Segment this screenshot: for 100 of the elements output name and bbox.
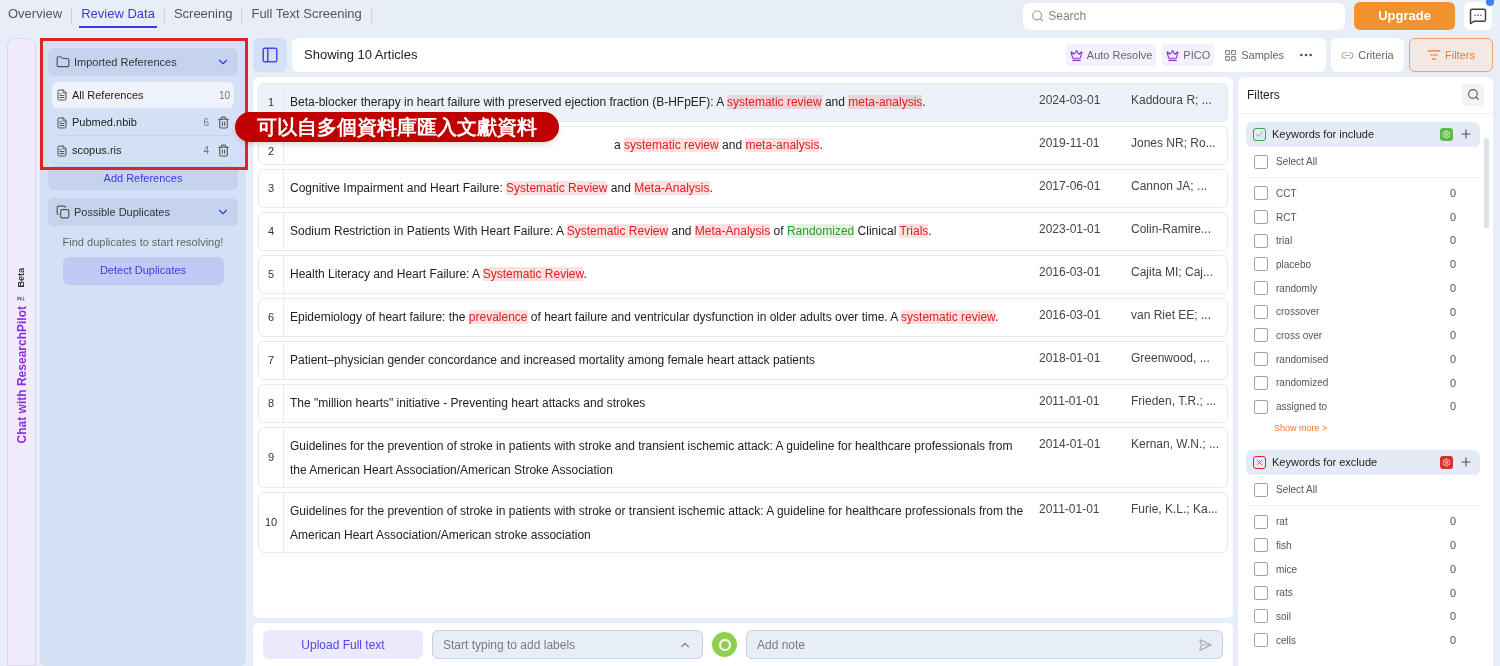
toolbar-action[interactable]: Samples: [1220, 44, 1288, 66]
checkbox[interactable]: [1254, 633, 1268, 648]
keyword-count: 0: [1449, 609, 1456, 625]
article-date: 2017-06-01: [1039, 178, 1102, 195]
settings-icon[interactable]: [1440, 127, 1453, 141]
checkbox[interactable]: [1254, 538, 1268, 553]
article-title: Guidelines for the prevention of stroke in patients with stroke or transient ischemic attack: A guideline for healthcare professionals from the American Heart Association/American stroke association: [290, 504, 1024, 542]
checkbox[interactable]: [1254, 609, 1268, 624]
checkbox[interactable]: [1254, 328, 1268, 343]
folder-icon: [56, 55, 70, 69]
keyword-group-header[interactable]: Keywords for include: [1246, 121, 1480, 147]
source-count: 6: [203, 116, 209, 130]
checkbox[interactable]: [1254, 233, 1268, 248]
checkbox[interactable]: [1254, 399, 1268, 414]
article-authors: Greenwood, ...: [1131, 350, 1211, 367]
article-row[interactable]: 5 Health Literacy and Heart Failure: A Systematic Review. 2016-03-01 Cajita MI; Caj...: [258, 255, 1228, 294]
section-header[interactable]: Possible Duplicates: [48, 198, 238, 226]
article-row[interactable]: [258, 492, 1228, 553]
beta-label: Beta: [14, 268, 27, 288]
detect-duplicates-button[interactable]: Detect Duplicates: [62, 256, 224, 285]
keyword-count: 0: [1449, 561, 1456, 577]
article-row[interactable]: 7 Patient–physician gender concordance and increased mortality among female heart attack patients 2018-01-01 Greenwood, ...: [258, 341, 1228, 380]
labels-field[interactable]: Start typing to add labels: [432, 630, 703, 659]
keyword-label: randomized: [1276, 376, 1330, 391]
trademark-sign: ™: [14, 291, 27, 302]
checkbox[interactable]: [1254, 281, 1268, 296]
filters-title: Filters: [1247, 86, 1281, 104]
nav-tab[interactable]: Screening: [171, 4, 235, 28]
add-references-button[interactable]: Add References: [48, 166, 238, 190]
collapse-panel-button[interactable]: [253, 38, 287, 72]
article-title: Beta-blocker therapy in heart failure with preserved ejection fraction (B-HFpEF): A systematic review and meta-analysis.: [290, 95, 926, 109]
scrollbar[interactable]: [1484, 137, 1489, 228]
reference-source[interactable]: scopus.ris 4: [52, 138, 234, 164]
note-input[interactable]: Add note: [757, 635, 1198, 654]
keyword-count: 0: [1449, 514, 1456, 530]
search-field[interactable]: Search: [1023, 2, 1345, 30]
article-row[interactable]: 4 Sodium Restriction in Patients With Heart Failure: A Systematic Review and Meta-Analysis of Randomized Clinical Trials. 2023-01-01 Colin-Ramire...: [258, 212, 1228, 251]
article-row[interactable]: 8 The "million hearts" initiative - Preventing heart attacks and strokes 2011-01-01 Frieden, T.R.; ...: [258, 384, 1228, 423]
checkbox[interactable]: [1254, 514, 1268, 529]
crown-icon: [1069, 48, 1083, 62]
keyword-count: 0: [1449, 304, 1456, 320]
article-row[interactable]: 6 Epidemiology of heart failure: the prevalence of heart failure and ventricular dysfunction in older adults over time. A systematic review. 2016-03-01 van Riet EE; ...: [258, 298, 1228, 337]
checkbox[interactable]: [1254, 585, 1268, 600]
article-row[interactable]: [258, 427, 1228, 488]
toolbar-action[interactable]: PICO: [1162, 44, 1215, 66]
checkbox[interactable]: [1254, 154, 1268, 169]
keyword-label: soil: [1276, 609, 1292, 624]
close-icon: [1253, 455, 1266, 469]
avatar-icon: [712, 632, 737, 657]
file-icon: [56, 116, 68, 129]
keyword-label: fish: [1276, 538, 1293, 553]
keyword-group-header[interactable]: Keywords for exclude: [1246, 449, 1480, 475]
note-field[interactable]: Add note: [746, 630, 1223, 659]
checkbox[interactable]: [1254, 210, 1268, 225]
labels-input[interactable]: Start typing to add labels: [443, 635, 678, 654]
article-title: Cognitive Impairment and Heart Failure: Systematic Review and Meta-Analysis.: [290, 181, 713, 195]
nav-tab[interactable]: Review Data: [79, 4, 157, 28]
article-count-title: Showing 10 Articles: [304, 46, 419, 65]
settings-icon[interactable]: [1440, 455, 1453, 469]
keyword-label: rats: [1276, 586, 1294, 601]
reference-source[interactable]: All References 10: [52, 82, 234, 108]
criteria-button[interactable]: Criteria: [1331, 38, 1404, 72]
row-number: 10: [259, 493, 284, 552]
search-input[interactable]: Search: [1048, 7, 1337, 25]
delete-icon[interactable]: [217, 116, 230, 129]
chat-button[interactable]: [1464, 2, 1492, 30]
nav-tab[interactable]: Full Text Screening: [249, 4, 364, 28]
panel-icon: [261, 46, 279, 64]
keyword-count: 0: [1449, 375, 1456, 391]
section-header[interactable]: Imported References: [48, 48, 238, 76]
article-date: 2018-01-01: [1039, 350, 1102, 367]
add-icon[interactable]: [1459, 455, 1473, 470]
checkbox[interactable]: [1254, 186, 1268, 201]
checkbox[interactable]: [1254, 562, 1268, 577]
upload-full-text-button[interactable]: Upload Full text: [263, 630, 423, 659]
filter-icon: [1427, 48, 1441, 62]
article-date: 2016-03-01: [1039, 264, 1102, 281]
checkbox[interactable]: [1254, 482, 1268, 497]
checkbox[interactable]: [1254, 352, 1268, 367]
article-authors: Colin-Ramire...: [1131, 221, 1212, 238]
keyword-count: 0: [1449, 538, 1456, 554]
keyword-label: rat: [1276, 515, 1289, 530]
delete-icon[interactable]: [217, 144, 230, 157]
checkbox[interactable]: [1254, 304, 1268, 319]
file-icon: [56, 144, 68, 157]
article-title: Sodium Restriction in Patients With Heart Failure: A Systematic Review and Meta-Analysis of Randomized Clinical Trials.: [290, 224, 932, 238]
checkbox[interactable]: [1254, 257, 1268, 272]
annotation-tooltip: 可以自多個資料庫匯入文獻資料: [235, 112, 559, 142]
row-number: 4: [259, 213, 284, 250]
chat-strip[interactable]: Chat with ResearchPilot ™ Beta: [7, 38, 36, 666]
check-icon: [1253, 127, 1266, 141]
nav-tab[interactable]: Overview: [6, 4, 65, 28]
keyword-count: 0: [1449, 209, 1456, 225]
toolbar-action[interactable]: Auto Resolve: [1065, 44, 1157, 66]
article-date: 2019-11-01: [1039, 135, 1101, 152]
search-button[interactable]: [1462, 83, 1484, 106]
add-icon[interactable]: [1459, 127, 1473, 141]
checkbox[interactable]: [1254, 375, 1268, 390]
reference-source[interactable]: Pubmed.nbib 6: [52, 110, 234, 136]
article-row[interactable]: 3 Cognitive Impairment and Heart Failure: Systematic Review and Meta-Analysis. 2017-06-01 Cannon JA; ...: [258, 169, 1228, 208]
